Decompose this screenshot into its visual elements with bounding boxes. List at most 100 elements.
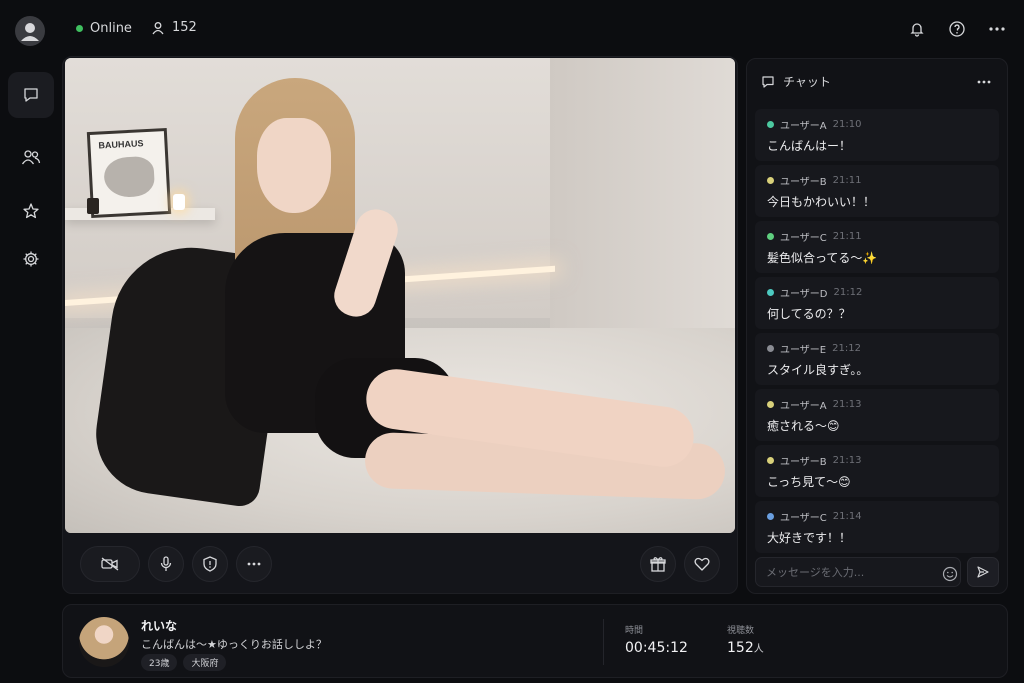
chat-title: チャット: [783, 75, 831, 89]
more-icon: [247, 562, 261, 566]
streamer-message: こんばんは〜★ゆっくりお話ししよ？: [141, 638, 327, 651]
user-color-dot: [767, 457, 774, 464]
chat-message: ユーザーC 21:14 大好きです！！: [755, 501, 999, 553]
chat-username: ユーザーD: [780, 289, 828, 300]
like-button[interactable]: [684, 546, 720, 582]
rail-item-favorites[interactable]: [8, 188, 54, 234]
tag-location: 大阪府: [183, 654, 227, 671]
user-avatar[interactable]: [15, 16, 45, 46]
chat-message-header: ユーザーC 21:14: [767, 509, 989, 524]
chat-username: ユーザーA: [780, 401, 827, 412]
chat-message-header: ユーザーE 21:12: [767, 341, 989, 356]
chat-timestamp: 21:12: [832, 343, 861, 354]
chat-message-header: ユーザーA 21:10: [767, 117, 989, 132]
stat-time-value: 00:45:12: [625, 640, 688, 656]
poster-text: BAUHAUS: [98, 138, 144, 151]
chat-input[interactable]: [755, 557, 961, 587]
chat-username: ユーザーE: [780, 345, 827, 356]
chat-message-header: ユーザーC 21:11: [767, 229, 989, 244]
streamer-avatar[interactable]: [79, 617, 129, 667]
help-icon: [949, 21, 965, 37]
report-button[interactable]: [192, 546, 228, 582]
chat-message: ユーザーB 21:11 今日もかわいい！！: [755, 165, 999, 217]
user-color-dot: [767, 289, 774, 296]
online-status: Online: [76, 21, 132, 36]
chat-messages: ユーザーA 21:10 こんばんはー！ ユーザーB 21:11 今日もかわいい！！ ユーザー…: [755, 109, 999, 557]
chat-timestamp: 21:13: [832, 455, 862, 466]
chat-header: チャット: [761, 73, 831, 90]
more-icon: [977, 80, 991, 84]
streamer-name: れいな: [141, 619, 178, 633]
chat-message-text: 何してるの？？: [767, 307, 851, 321]
send-button[interactable]: [967, 557, 999, 587]
chat-username: ユーザーA: [780, 121, 827, 132]
mic-icon: [160, 556, 172, 571]
viewer-count: 152: [151, 20, 197, 35]
face: [257, 118, 331, 213]
chat-message-header: ユーザーB 21:13: [767, 453, 989, 468]
rail-item-chat[interactable]: [8, 72, 54, 118]
stat-viewers-value: 152: [727, 640, 754, 656]
chat-username: ユーザーC: [780, 513, 827, 524]
gift-icon: [650, 557, 666, 572]
stat-time: 時間 00:45:12: [625, 623, 688, 656]
user-color-dot: [767, 233, 774, 240]
users-icon: [21, 150, 41, 165]
top-actions: [906, 18, 1008, 40]
chat-timestamp: 21:11: [832, 175, 862, 186]
divider: [603, 619, 604, 665]
chat-more-button[interactable]: [973, 71, 995, 93]
star-icon: [23, 203, 39, 219]
chat-timestamp: 21:10: [832, 119, 862, 130]
chat-message-text: 今日もかわいい！！: [767, 195, 876, 209]
rail-item-users[interactable]: [8, 134, 54, 180]
camera-toggle-button[interactable]: [80, 546, 140, 582]
emoji-button[interactable]: [939, 563, 961, 585]
rail-item-settings[interactable]: [8, 236, 54, 282]
user-color-dot: [767, 345, 774, 352]
chat-timestamp: 21:13: [832, 399, 862, 410]
video-controls: [80, 546, 272, 582]
diffuser: [87, 198, 99, 214]
user-color-dot: [767, 177, 774, 184]
help-button[interactable]: [946, 18, 968, 40]
video-actions: [640, 546, 720, 582]
candle: [173, 194, 185, 210]
user-color-dot: [767, 401, 774, 408]
notification-button[interactable]: [906, 18, 928, 40]
gift-button[interactable]: [640, 546, 676, 582]
chat-username: ユーザーB: [780, 177, 827, 188]
user-icon: [21, 23, 39, 41]
profile-bar: れいな こんばんは〜★ゆっくりお話ししよ？ 23歳 大阪府 時間 00:45:1…: [62, 604, 1008, 678]
user-color-dot: [767, 121, 774, 128]
mic-button[interactable]: [148, 546, 184, 582]
camera-off-icon: [101, 557, 119, 571]
gear-icon: [23, 251, 39, 267]
stat-viewers-unit: 人: [753, 644, 764, 655]
viewer-count-value: 152: [172, 20, 197, 35]
chat-message-text: スタイル良すぎ。。: [767, 363, 869, 377]
video-more-button[interactable]: [236, 546, 272, 582]
wall-right: [550, 58, 735, 348]
emoji-icon: [942, 566, 958, 582]
person-icon: [152, 21, 164, 34]
poster-art: [103, 155, 156, 199]
chat-timestamp: 21:14: [832, 511, 862, 522]
chat-message-text: こっち見て〜😊: [767, 475, 851, 489]
live-video[interactable]: BAUHAUS: [65, 58, 735, 533]
chat-message-text: 癒される〜😊: [767, 419, 840, 433]
chat-username: ユーザーC: [780, 233, 827, 244]
chat-message-text: 髪色似合ってる〜✨: [767, 251, 878, 265]
chat-icon: [24, 88, 38, 102]
stat-viewers: 視聴数 152人: [727, 623, 764, 656]
stat-viewers-value-wrap: 152人: [727, 640, 764, 656]
more-button[interactable]: [986, 18, 1008, 40]
shield-icon: [203, 556, 217, 572]
chat-message-header: ユーザーD 21:12: [767, 285, 989, 300]
chat-panel: チャット ユーザーA 21:10 こんばんはー！ ユーザーB 21:11 今日もかわいい！…: [746, 58, 1008, 594]
chat-timestamp: 21:12: [833, 287, 863, 298]
chat-message-header: ユーザーA 21:13: [767, 397, 989, 412]
streamer-tags: 23歳 大阪府: [141, 654, 227, 671]
bell-icon: [910, 23, 924, 37]
chat-message: ユーザーA 21:13 癒される〜😊: [755, 389, 999, 441]
